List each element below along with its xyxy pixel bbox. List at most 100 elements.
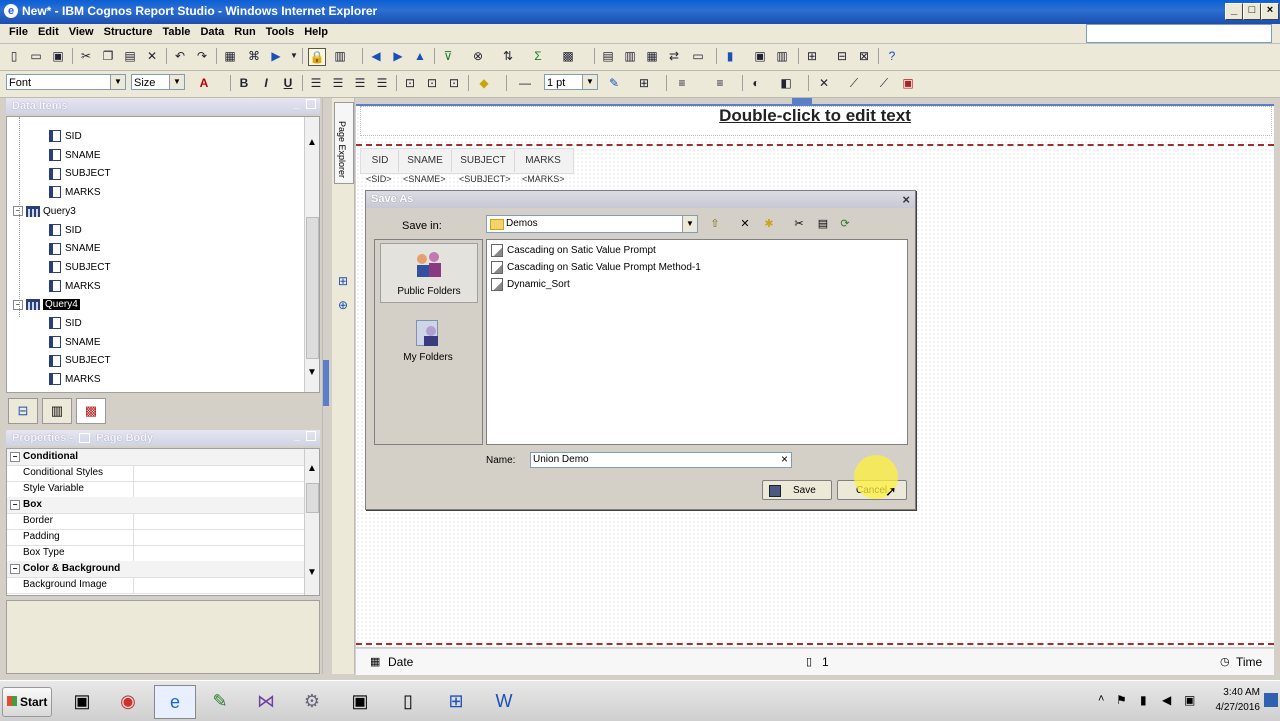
property-row[interactable]: Border — [7, 513, 304, 530]
conditional-style-icon[interactable]: ◐ — [748, 75, 764, 91]
menu-file[interactable]: File — [4, 24, 33, 40]
tree-data-item[interactable]: SNAME — [49, 147, 101, 165]
property-group[interactable]: − Box — [7, 497, 304, 514]
collapse-icon[interactable]: − — [10, 500, 20, 510]
property-row[interactable]: Padding — [7, 529, 304, 546]
copy-icon[interactable]: ❐ — [100, 48, 116, 64]
menu-structure[interactable]: Structure — [99, 24, 158, 40]
report-icon[interactable]: ▦ — [222, 48, 238, 64]
flag-icon[interactable]: ⚑ — [1116, 693, 1127, 707]
word-icon[interactable]: W — [484, 685, 524, 717]
chrome-icon[interactable]: ◉ — [108, 685, 148, 717]
menu-view[interactable]: View — [64, 24, 99, 40]
property-value[interactable] — [133, 577, 305, 593]
data-items-scrollbar[interactable]: ▲ ▼ — [304, 117, 319, 392]
property-row[interactable]: Conditional Styles — [7, 465, 304, 482]
list-val-sname[interactable]: <SNAME> — [403, 174, 446, 184]
show-desktop-icon[interactable] — [1264, 693, 1278, 707]
property-value[interactable] — [133, 465, 305, 481]
tree-data-item[interactable]: SUBJECT — [49, 259, 111, 277]
file-item[interactable]: Cascading on Satic Value Prompt — [491, 242, 656, 259]
tree-data-item[interactable]: SID — [49, 222, 82, 240]
indent-icon[interactable]: ≡ — [674, 75, 690, 91]
filter-icon[interactable]: ⊽ — [440, 48, 456, 64]
start-button[interactable]: Start — [2, 687, 52, 717]
tree-data-item[interactable]: SUBJECT — [49, 352, 111, 370]
insert-chart-icon[interactable]: ▣ — [752, 48, 768, 64]
xml-icon[interactable]: ⌘ — [246, 48, 262, 64]
style-icon[interactable]: ◧ — [778, 75, 794, 91]
server-manager-icon[interactable]: ▣ — [62, 685, 102, 717]
property-group[interactable]: − Color & Background — [7, 561, 304, 578]
properties-scroll-down-icon[interactable]: ▼ — [307, 567, 317, 578]
property-row[interactable]: Background Image — [7, 577, 304, 594]
clear-name-icon[interactable]: × — [781, 452, 788, 466]
property-row[interactable]: Style Variable — [7, 481, 304, 498]
settings-gear-icon[interactable]: ⚙ — [292, 685, 332, 717]
properties-minimize-icon[interactable]: _ — [294, 430, 300, 442]
select-ancestor-icon[interactable] — [79, 433, 91, 444]
delete-item-icon[interactable]: ✕ — [738, 217, 752, 231]
network-icon[interactable]: ▮ — [1140, 693, 1147, 707]
font-select[interactable]: Font ▼ — [6, 74, 126, 90]
run-icon[interactable]: ▶ — [268, 48, 284, 64]
padding-icon[interactable]: ⊡ — [402, 75, 418, 91]
visual-aids-icon[interactable]: ▣ — [900, 75, 916, 91]
spacing-icon[interactable]: ≡ — [712, 75, 728, 91]
up-icon[interactable]: ▲ — [412, 48, 428, 64]
new-icon[interactable]: ▯ — [6, 48, 22, 64]
property-value[interactable] — [133, 513, 305, 529]
chart-icon[interactable]: ▮ — [722, 48, 738, 64]
list-col-sid[interactable]: SID — [362, 150, 399, 172]
place-my-folders[interactable]: My Folders — [380, 312, 476, 370]
visual-studio-icon[interactable]: ⋈ — [246, 685, 286, 717]
tree-data-item[interactable]: SNAME — [49, 334, 101, 352]
dialog-close-icon[interactable]: × — [902, 191, 910, 208]
property-value[interactable] — [133, 481, 305, 497]
line-color-icon[interactable]: ✎ — [606, 75, 622, 91]
properties-scroll-up-icon[interactable]: ▲ — [307, 463, 317, 474]
delete-icon[interactable]: ✕ — [144, 48, 160, 64]
properties-scrollbar[interactable]: ▲ ▼ — [304, 449, 319, 595]
clock-date[interactable]: 4/27/2016 — [1196, 702, 1261, 713]
file-item[interactable]: Cascading on Satic Value Prompt Method-1 — [491, 259, 701, 276]
size-select[interactable]: Size ▼ — [131, 74, 185, 90]
line-width-arrow-icon[interactable]: ▼ — [582, 75, 597, 89]
page-header-text[interactable]: Double-click to edit text — [356, 106, 1274, 126]
fill-color-icon[interactable]: ◆ — [476, 75, 492, 91]
data-items-tab-icon[interactable]: ▥ — [42, 398, 72, 424]
table-grid-icon[interactable]: ⊞ — [804, 48, 820, 64]
notepad-icon[interactable]: ✎ — [200, 685, 240, 717]
collapse-icon[interactable]: − — [10, 452, 20, 462]
undo-icon[interactable]: ↶ — [172, 48, 188, 64]
property-value[interactable] — [133, 529, 305, 545]
apply-style-icon[interactable]: ⟋ — [846, 75, 862, 91]
font-select-arrow-icon[interactable]: ▼ — [110, 75, 125, 89]
condition-explorer-icon[interactable]: ⊕ — [335, 298, 351, 314]
menu-data[interactable]: Data — [195, 24, 229, 40]
font-color-icon[interactable]: A — [196, 75, 212, 91]
merge-cells-icon[interactable]: ⊟ — [834, 48, 850, 64]
group-icon[interactable]: ▥ — [622, 48, 638, 64]
place-public-folders[interactable]: Public Folders — [380, 243, 478, 303]
sort-icon[interactable]: ⇅ — [500, 48, 516, 64]
footer-date[interactable]: Date — [388, 655, 413, 669]
cut-icon[interactable]: ✂ — [78, 48, 94, 64]
lock-icon[interactable]: 🔒 — [308, 48, 326, 66]
source-tab-icon[interactable]: ⊟ — [8, 398, 38, 424]
network-app-icon[interactable]: ⊞ — [436, 685, 476, 717]
page-explorer-tab[interactable]: Page Explorer — [334, 102, 354, 184]
collapse-icon[interactable]: − — [10, 564, 20, 574]
close-icon[interactable]: × — [1261, 3, 1279, 20]
help-icon[interactable]: ? — [884, 48, 900, 64]
page-handle[interactable] — [792, 98, 812, 104]
save-icon[interactable]: ▣ — [50, 48, 66, 64]
bold-icon[interactable]: B — [236, 75, 252, 91]
paste-icon[interactable]: ▤ — [122, 48, 138, 64]
property-group[interactable]: − Conditional — [7, 449, 304, 466]
internet-explorer-taskbar-icon[interactable]: e — [154, 685, 196, 719]
view-mode-icon[interactable]: ▤ — [816, 217, 830, 231]
save-as-title-bar[interactable]: Save As × — [366, 191, 915, 208]
properties-maximize-icon[interactable] — [306, 431, 316, 441]
query-explorer-icon[interactable]: ⊞ — [335, 274, 351, 290]
